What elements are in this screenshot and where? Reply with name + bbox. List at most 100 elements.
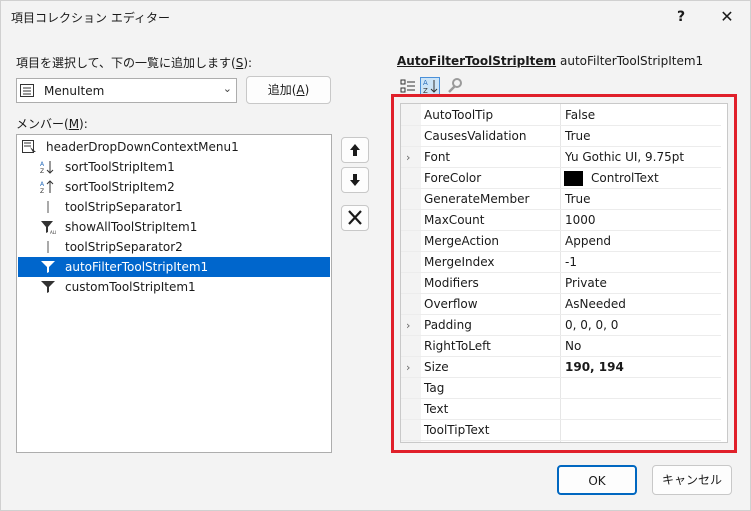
svg-text:ALL: ALL (50, 230, 56, 234)
property-row[interactable]: ToolTipText (401, 420, 721, 441)
svg-text:A: A (40, 181, 45, 188)
property-name: ForeColor (424, 171, 482, 185)
property-value[interactable]: No (565, 336, 581, 357)
property-value[interactable]: 0, 0, 0, 0 (565, 315, 618, 336)
property-row[interactable]: GenerateMember True (401, 189, 721, 210)
property-pages-icon (448, 78, 462, 93)
close-button[interactable]: ✕ (704, 1, 750, 33)
property-name: Overflow (424, 297, 478, 311)
list-item[interactable]: ALL showAllToolStripItem1 (18, 217, 330, 237)
svg-text:Z: Z (40, 188, 44, 194)
add-button[interactable]: 追加(A) (246, 76, 331, 104)
ok-button[interactable]: OK (557, 465, 637, 495)
context-menu-icon (22, 140, 36, 154)
separator-icon (47, 201, 49, 213)
delete-button[interactable] (341, 205, 369, 231)
property-value[interactable]: True (565, 126, 591, 147)
property-row[interactable]: Overflow AsNeeded (401, 294, 721, 315)
window-title: 項目コレクション エディター (11, 11, 170, 25)
item-type-select[interactable]: MenuItem ⌄ (16, 78, 237, 103)
property-value[interactable]: Yu Gothic UI, 9.75pt (565, 147, 684, 168)
property-row[interactable]: Text (401, 399, 721, 420)
alphabetical-button[interactable]: A Z (420, 77, 440, 95)
selected-type-name: AutoFilterToolStripItem (397, 54, 557, 68)
svg-text:Z: Z (423, 87, 428, 94)
property-name: RightToLeft (424, 339, 491, 353)
list-item[interactable]: toolStripSeparator2 (18, 237, 330, 257)
list-item-label: customToolStripItem1 (65, 280, 196, 294)
property-name: ToolTipText (424, 423, 490, 437)
svg-text:A: A (423, 79, 428, 87)
property-value[interactable]: Private (565, 273, 607, 294)
property-name: Padding (424, 318, 472, 332)
list-item-label: sortToolStripItem1 (65, 160, 175, 174)
move-up-button[interactable] (341, 137, 369, 163)
members-label: メンバー(M): (16, 115, 88, 132)
move-up-icon (350, 144, 360, 156)
list-item[interactable]: toolStripSeparator1 (18, 197, 330, 217)
list-item-selected[interactable]: autoFilterToolStripItem1 (18, 257, 330, 277)
add-button-accesskey: A (296, 83, 305, 97)
menu-item-icon (20, 84, 34, 97)
help-button[interactable]: ? (658, 1, 704, 33)
property-name: MaxCount (424, 213, 485, 227)
property-row[interactable]: Tag (401, 378, 721, 399)
property-value[interactable]: 190, 194 (565, 357, 624, 378)
list-item[interactable]: A Z sortToolStripItem1 (18, 157, 330, 177)
property-row[interactable]: MergeIndex -1 (401, 252, 721, 273)
svg-text:Z: Z (40, 168, 44, 174)
chevron-right-icon[interactable]: › (406, 315, 410, 336)
property-name: Modifiers (424, 276, 479, 290)
property-value[interactable]: 1000 (565, 210, 596, 231)
property-row[interactable]: AutoToolTip False (401, 105, 721, 126)
property-row[interactable]: Modifiers Private (401, 273, 721, 294)
property-value[interactable]: ControlText (591, 168, 659, 189)
categorized-button[interactable] (398, 77, 418, 95)
add-button-label-suffix: ) (304, 83, 310, 97)
property-value[interactable]: -1 (565, 252, 577, 273)
list-item[interactable]: headerDropDownContextMenu1 (18, 137, 330, 157)
chevron-right-icon[interactable]: › (406, 147, 410, 168)
property-row[interactable]: MaxCount 1000 (401, 210, 721, 231)
property-name: MergeIndex (424, 255, 495, 269)
property-row[interactable]: › Font Yu Gothic UI, 9.75pt (401, 147, 721, 168)
collection-editor-window: 項目コレクション エディター ? ✕ 項目を選択して、下の一覧に追加します(S)… (0, 0, 751, 511)
property-pages-button[interactable] (444, 77, 464, 95)
property-row[interactable]: RightToLeft No (401, 336, 721, 357)
list-item-label: toolStripSeparator2 (65, 240, 183, 254)
select-item-label: 項目を選択して、下の一覧に追加します(S): (16, 54, 252, 71)
property-value[interactable]: Append (565, 231, 611, 252)
property-row[interactable]: › Padding 0, 0, 0, 0 (401, 315, 721, 336)
chevron-down-icon: ⌄ (222, 82, 232, 95)
cancel-button[interactable]: キャンセル (652, 465, 732, 495)
property-row[interactable]: MergeAction Append (401, 231, 721, 252)
property-value[interactable]: False (565, 105, 595, 126)
move-down-button[interactable] (341, 167, 369, 193)
property-value[interactable]: AsNeeded (565, 294, 626, 315)
property-grid-highlight: AutoToolTip False CausesValidation True … (391, 94, 737, 453)
property-value[interactable]: True (565, 189, 591, 210)
property-grid[interactable]: AutoToolTip False CausesValidation True … (400, 103, 728, 443)
chevron-right-icon[interactable]: › (406, 357, 410, 378)
add-button-label: 追加( (267, 83, 297, 97)
property-row[interactable]: ForeColor ControlText (401, 168, 721, 189)
scrollbar-thumb[interactable] (727, 208, 728, 434)
select-item-label-suffix: ): (243, 56, 253, 70)
move-down-icon (350, 174, 360, 186)
title-bar: 項目コレクション エディター ? ✕ (1, 1, 750, 35)
property-name: Size (424, 360, 449, 374)
members-label-suffix: ): (79, 117, 88, 131)
list-item[interactable]: A Z sortToolStripItem2 (18, 177, 330, 197)
list-item[interactable]: customToolStripItem1 (18, 277, 330, 297)
categorized-icon (400, 79, 415, 93)
list-item-label: sortToolStripItem2 (65, 180, 175, 194)
property-name: Tag (424, 381, 445, 395)
property-row[interactable]: CausesValidation True (401, 126, 721, 147)
members-list[interactable]: headerDropDownContextMenu1 A Z sortToolS… (16, 134, 332, 453)
selected-object-name: autoFilterToolStripItem1 (560, 54, 704, 68)
sort-icon: A Z (40, 180, 54, 194)
svg-text:A: A (40, 161, 45, 168)
property-row[interactable]: › Size 190, 194 (401, 357, 721, 378)
delete-icon (348, 210, 362, 225)
list-item-label: headerDropDownContextMenu1 (46, 140, 239, 154)
